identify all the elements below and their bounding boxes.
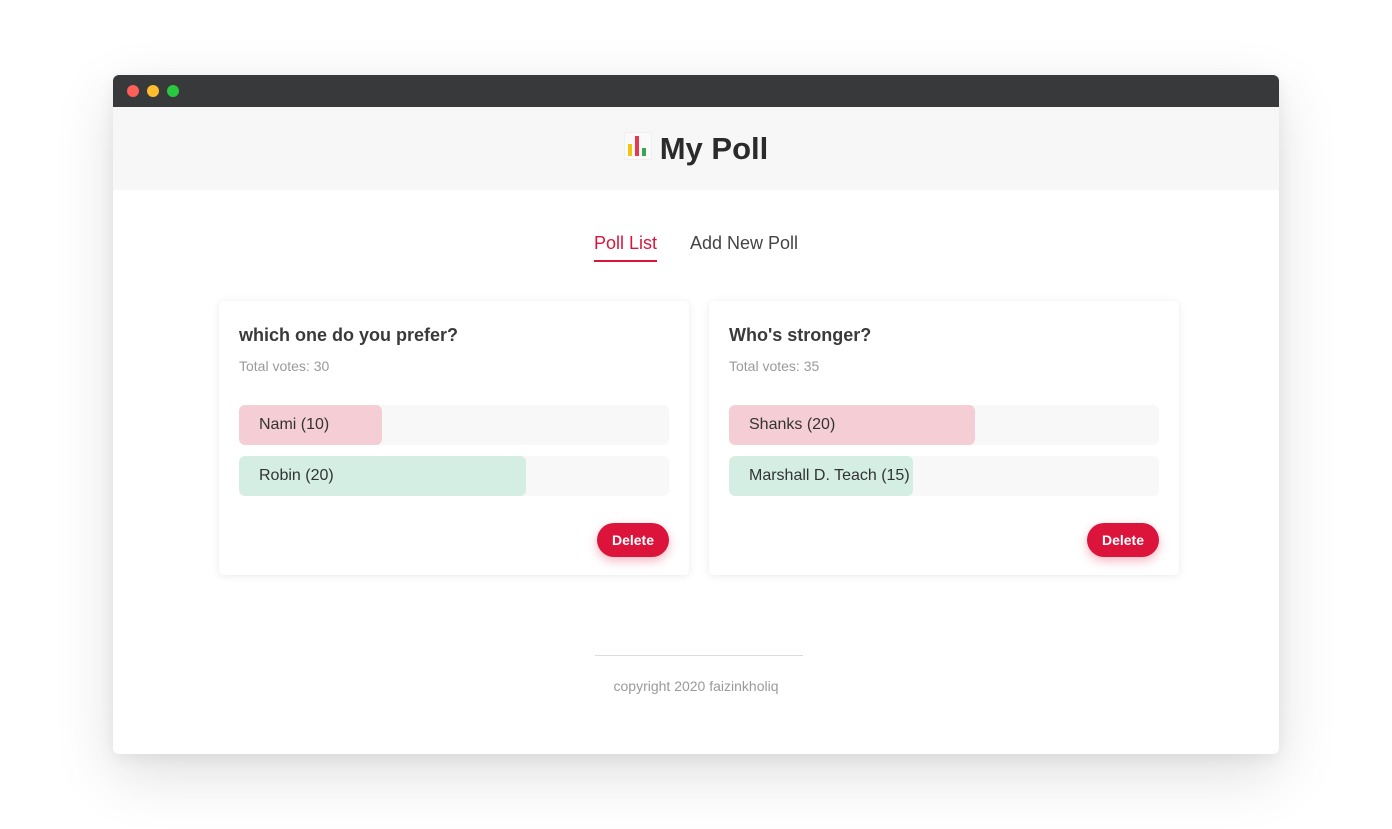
- poll-option[interactable]: Robin (20): [239, 456, 669, 496]
- poll-option[interactable]: Marshall D. Teach (15): [729, 456, 1159, 496]
- poll-total-votes: Total votes: 30: [239, 358, 330, 374]
- window-close-button[interactable]: [127, 85, 139, 97]
- tab-bar: Poll List Add New Poll: [113, 232, 1279, 263]
- poll-option[interactable]: Nami (10): [239, 405, 669, 445]
- page-title: My Poll: [659, 130, 769, 166]
- poll-option-label: Marshall D. Teach (15): [749, 467, 910, 484]
- poll-option-label: Nami (10): [259, 416, 330, 433]
- poll-options: Shanks (20) Marshall D. Teach (15): [729, 405, 1159, 496]
- app-window: My Poll Poll List Add New Poll which one…: [113, 75, 1279, 754]
- poll-option-label: Robin (20): [259, 467, 334, 484]
- bar-chart-icon: [623, 131, 652, 160]
- poll-question: which one do you prefer?: [239, 325, 459, 345]
- poll-card: which one do you prefer? Total votes: 30…: [219, 301, 689, 575]
- poll-options: Nami (10) Robin (20): [239, 405, 669, 496]
- window-maximize-button[interactable]: [167, 85, 179, 97]
- tab-add-new-poll[interactable]: Add New Poll: [690, 232, 798, 263]
- window-minimize-button[interactable]: [147, 85, 159, 97]
- poll-total-votes: Total votes: 35: [729, 358, 820, 374]
- app-header: My Poll: [113, 107, 1279, 190]
- delete-button[interactable]: Delete: [596, 523, 669, 557]
- footer-copyright: copyright 2020 faizinkholiq: [613, 678, 779, 694]
- tab-poll-list[interactable]: Poll List: [593, 232, 658, 263]
- poll-list: which one do you prefer? Total votes: 30…: [219, 301, 1179, 575]
- footer-divider: [595, 655, 803, 656]
- poll-option[interactable]: Shanks (20): [729, 405, 1159, 445]
- poll-card: Who's stronger? Total votes: 35 Shanks (…: [709, 301, 1179, 575]
- window-titlebar: [113, 75, 1279, 107]
- delete-button[interactable]: Delete: [1086, 523, 1159, 557]
- poll-question: Who's stronger?: [729, 325, 872, 345]
- poll-option-label: Shanks (20): [749, 416, 836, 433]
